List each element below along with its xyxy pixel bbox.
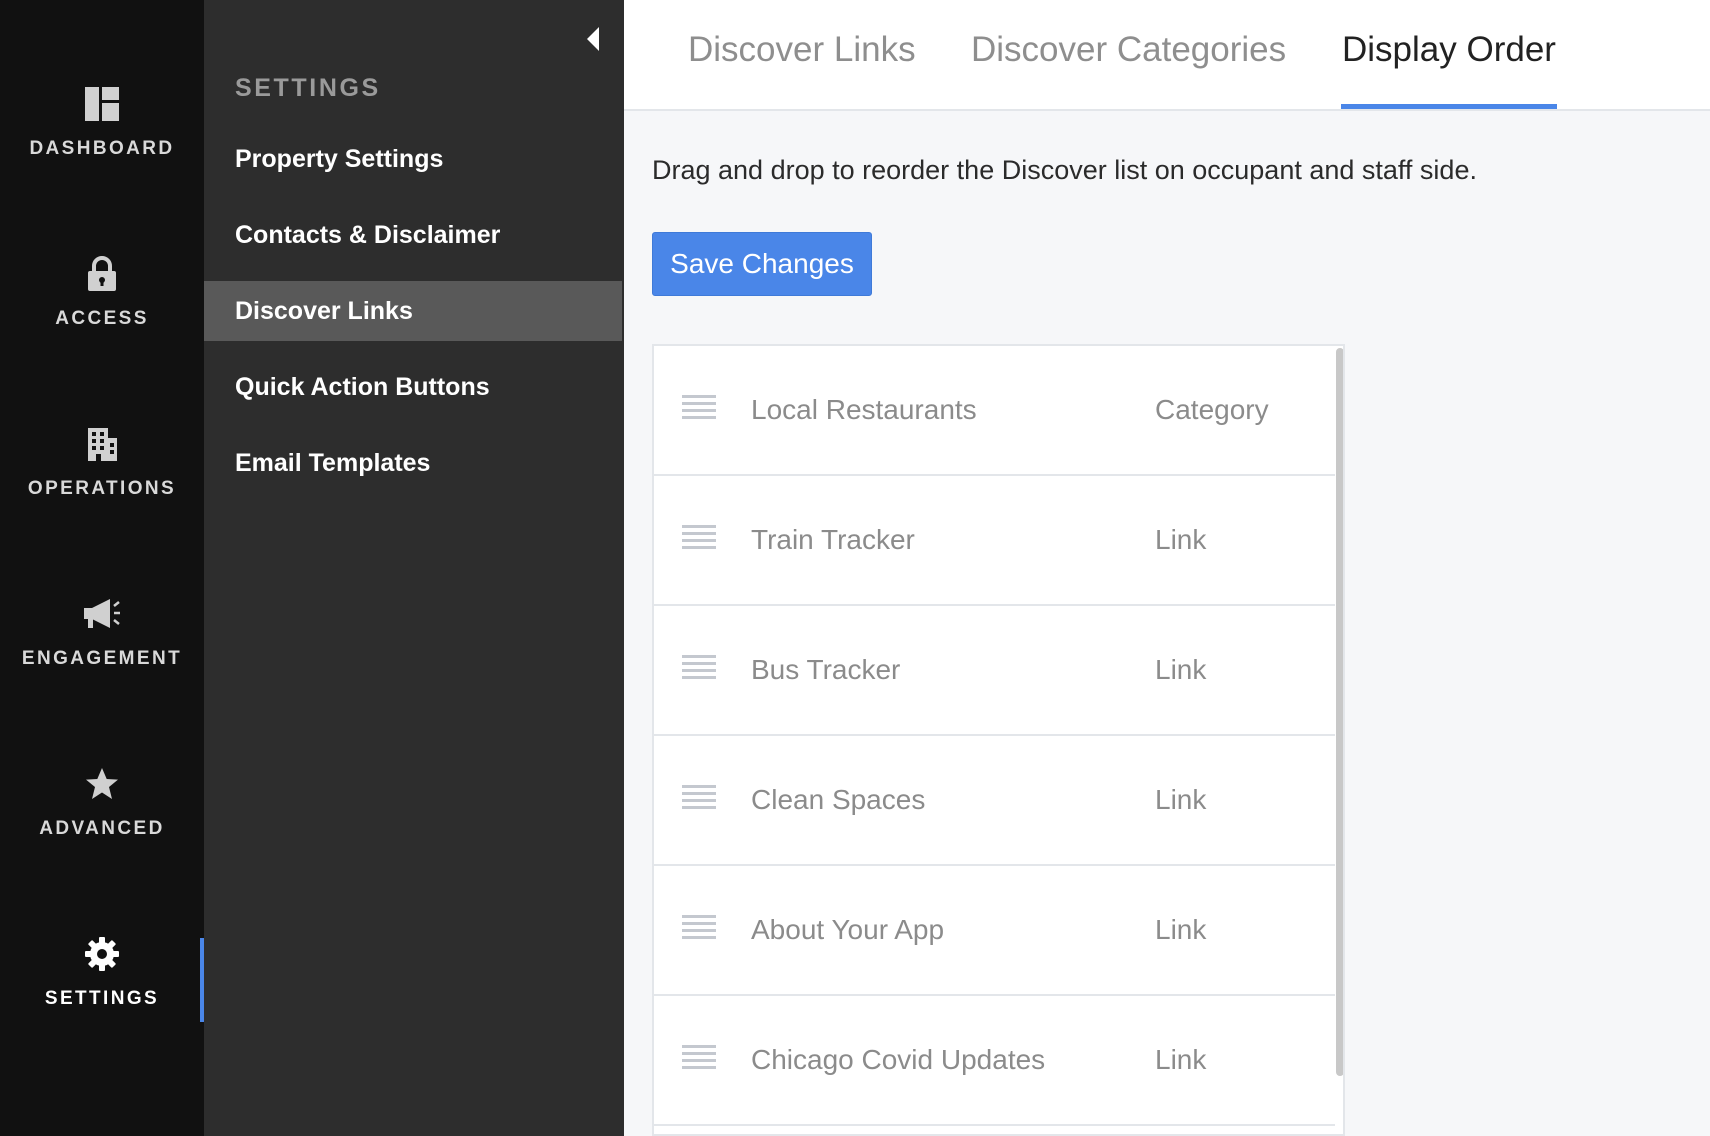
drag-handle-icon[interactable] (682, 785, 716, 815)
rail-label: ADVANCED (39, 818, 165, 839)
subnav-item-label: Contacts & Disclaimer (235, 220, 501, 249)
item-name: About Your App (751, 914, 945, 945)
rail-item-settings[interactable]: SETTINGS (0, 934, 204, 1054)
drag-handle-icon[interactable] (682, 1045, 716, 1075)
item-name: Bus Tracker (751, 654, 901, 685)
item-name: Clean Spaces (751, 784, 926, 815)
tab-display-order[interactable]: Display Order (1342, 30, 1556, 110)
list-item[interactable]: Clean Spaces Link (654, 736, 1335, 866)
rail-item-access[interactable]: ACCESS (0, 254, 204, 374)
item-type: Category (1155, 394, 1269, 425)
save-changes-button[interactable]: Save Changes (652, 232, 872, 296)
rail-label: DASHBOARD (29, 138, 175, 159)
active-tab-indicator (1341, 104, 1557, 109)
subnav-item-label: Discover Links (235, 296, 413, 325)
megaphone-icon (82, 594, 122, 634)
building-icon (82, 424, 122, 464)
item-type: Link (1155, 914, 1207, 945)
caret-left-icon (587, 27, 599, 51)
tab-discover-categories[interactable]: Discover Categories (971, 30, 1286, 110)
item-name: Train Tracker (751, 524, 915, 555)
subnav-item-label: Property Settings (235, 144, 444, 173)
drag-handle-icon[interactable] (682, 395, 716, 425)
rail-item-operations[interactable]: OPERATIONS (0, 424, 204, 544)
gear-icon (82, 934, 122, 974)
item-type: Link (1155, 524, 1207, 555)
subnav-item-email-templates[interactable]: Email Templates (204, 433, 622, 493)
subnav-item-property-settings[interactable]: Property Settings (204, 129, 622, 189)
item-name: Local Restaurants (751, 394, 977, 425)
list-item[interactable]: Bus Tracker Link (654, 606, 1335, 736)
subnav-item-discover-links[interactable]: Discover Links (204, 281, 622, 341)
subnav-item-quick-action-buttons[interactable]: Quick Action Buttons (204, 357, 622, 417)
item-type: Link (1155, 784, 1207, 815)
primary-nav-rail: DASHBOARD ACCESS OPERATIONS ENGAGEMENT A… (0, 0, 204, 1136)
list-item[interactable]: Local Restaurants Category (654, 346, 1335, 476)
display-order-list: Local Restaurants Category Train Tracker… (652, 344, 1345, 1136)
rail-item-engagement[interactable]: ENGAGEMENT (0, 594, 204, 714)
rail-label: ACCESS (55, 308, 149, 329)
drag-handle-icon[interactable] (682, 915, 716, 945)
lock-icon (82, 254, 122, 294)
subnav-item-contacts-disclaimer[interactable]: Contacts & Disclaimer (204, 205, 622, 265)
rail-item-dashboard[interactable]: DASHBOARD (0, 84, 204, 204)
subnav-item-label: Quick Action Buttons (235, 372, 490, 401)
rail-label: OPERATIONS (27, 478, 177, 499)
collapse-subnav-button[interactable] (578, 24, 608, 54)
drag-handle-icon[interactable] (682, 525, 716, 555)
drag-handle-icon[interactable] (682, 655, 716, 685)
app-root: DASHBOARD ACCESS OPERATIONS ENGAGEMENT A… (0, 0, 1710, 1136)
dashboard-icon (82, 84, 122, 124)
instruction-text: Drag and drop to reorder the Discover li… (652, 155, 1477, 185)
list-item[interactable]: Chicago Covid Updates Link (654, 996, 1335, 1126)
rail-label: SETTINGS (44, 988, 160, 1009)
tab-discover-links[interactable]: Discover Links (688, 30, 916, 110)
star-icon (82, 764, 122, 804)
list-item[interactable]: Train Tracker Link (654, 476, 1335, 606)
item-name: Chicago Covid Updates (751, 1044, 1046, 1075)
rail-label: ENGAGEMENT (21, 648, 183, 669)
item-type: Link (1155, 654, 1207, 685)
rail-item-advanced[interactable]: ADVANCED (0, 764, 204, 884)
item-type: Link (1155, 1044, 1207, 1075)
list-scrollbar-thumb[interactable] (1336, 348, 1343, 1076)
subnav-heading: SETTINGS (235, 74, 381, 102)
subnav-item-label: Email Templates (235, 448, 431, 477)
list-item[interactable]: About Your App Link (654, 866, 1335, 996)
